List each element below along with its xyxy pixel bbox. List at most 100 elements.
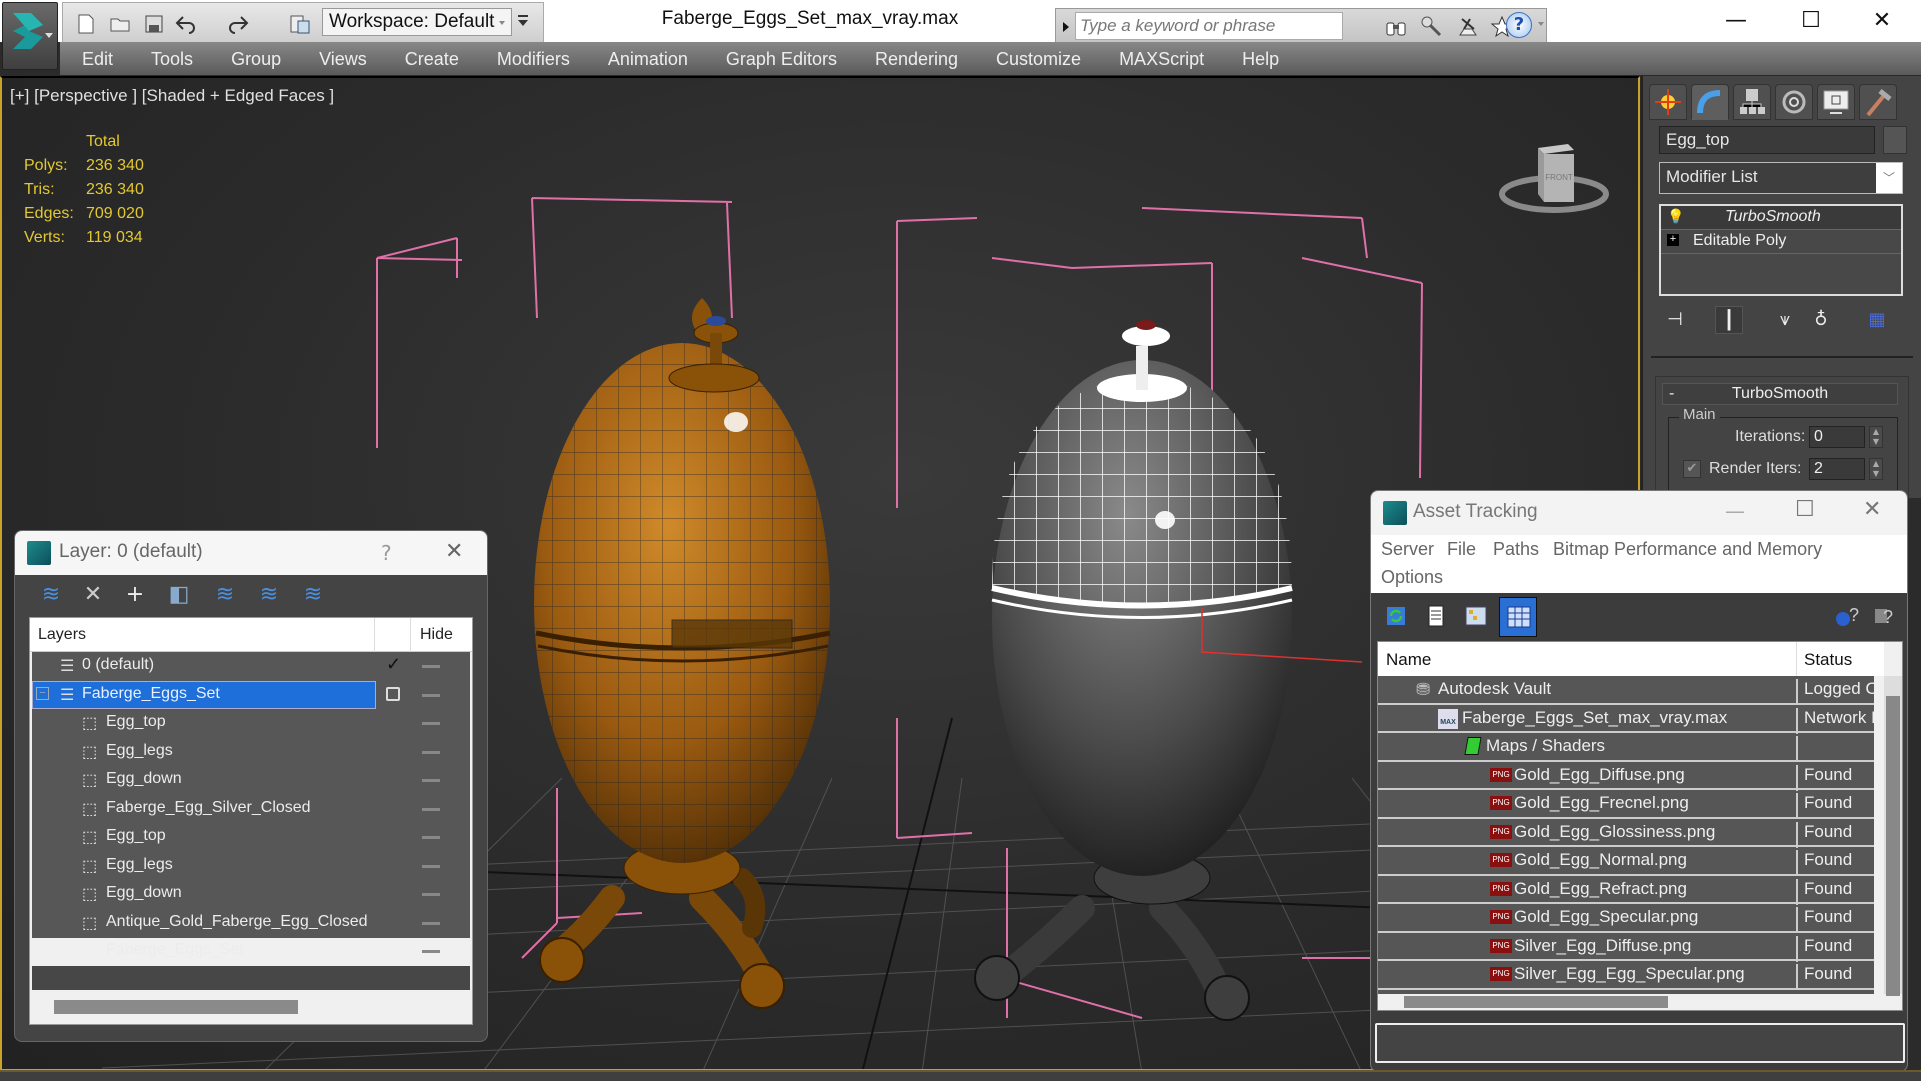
maximize-button[interactable]: ☐ (1783, 6, 1839, 36)
menu-rendering[interactable]: Rendering (875, 49, 958, 70)
layer-row[interactable]: ⬚ Egg_down (32, 880, 470, 909)
collapse-icon[interactable]: − (36, 686, 49, 700)
layer-row[interactable]: ⬚ Faberge_Egg_Silver_Closed (32, 795, 470, 824)
asset-row[interactable]: PNG Gold_Egg_Normal.png Found (1378, 847, 1874, 876)
add-to-layer-icon[interactable]: + (121, 581, 149, 609)
menu-file[interactable]: File (1447, 539, 1476, 560)
tab-motion[interactable] (1775, 84, 1813, 120)
hide-toggle[interactable] (422, 779, 440, 782)
current-layer-check-icon[interactable]: ✓ (386, 654, 401, 675)
new-layer-icon[interactable]: ≋ (37, 581, 65, 609)
menu-tools[interactable]: Tools (151, 49, 193, 70)
help-icon[interactable]: ? (1506, 12, 1532, 38)
object-name-field[interactable]: Egg_top (1659, 126, 1875, 154)
horizontal-scrollbar[interactable] (1404, 996, 1668, 1008)
close-button[interactable]: ✕ (1854, 6, 1910, 36)
select-objects-icon[interactable]: ◧ (165, 581, 193, 609)
asset-row[interactable]: PNG Gold_Egg_Frecnel.png Found (1378, 790, 1874, 819)
satellite-icon[interactable] (1456, 15, 1480, 39)
customize-qat-icon[interactable] (516, 12, 530, 30)
render-iters-checkbox[interactable]: ✔ (1683, 460, 1701, 478)
list-view-icon[interactable] (1421, 601, 1451, 631)
app-menu-button[interactable] (2, 2, 58, 70)
dialog-title-bar[interactable]: Layer: 0 (default) ? ✕ (15, 531, 487, 575)
show-end-result-icon[interactable]: ┃ (1715, 306, 1743, 334)
set-current-layer-icon[interactable]: ≋ (255, 581, 283, 609)
tab-display[interactable] (1817, 84, 1855, 120)
asset-row[interactable]: Maps / Shaders (1378, 733, 1874, 762)
column-header-hide[interactable]: Hide (420, 626, 453, 644)
workspace-dropdown[interactable]: Workspace: Default (322, 8, 512, 36)
gold-faberge-egg[interactable] (534, 298, 831, 1009)
menu-server[interactable]: Server (1381, 539, 1434, 560)
render-iters-spinner[interactable]: 2 (1809, 458, 1865, 480)
menu-group[interactable]: Group (231, 49, 281, 70)
layer-row[interactable]: ⬚ Egg_down (32, 766, 470, 795)
minimize-button[interactable]: — (1708, 6, 1764, 36)
hide-toggle[interactable] (422, 750, 440, 754)
lightbulb-icon[interactable]: 💡 (1667, 208, 1684, 225)
pin-stack-icon[interactable]: ⊣ (1661, 306, 1689, 334)
menu-maxscript[interactable]: MAXScript (1119, 49, 1204, 70)
select-layer-icon[interactable]: ≋ (211, 581, 239, 609)
tree-view-icon[interactable] (1461, 601, 1491, 631)
key-icon[interactable] (1420, 15, 1444, 39)
modifier-list-dropdown[interactable]: Modifier List ﹀ (1659, 162, 1903, 194)
rollout-header[interactable]: - TurboSmooth (1662, 383, 1898, 405)
column-header-status[interactable]: Status (1804, 650, 1852, 670)
stack-item-turbosmooth[interactable]: 💡 TurboSmooth (1661, 206, 1901, 230)
asset-row[interactable]: PNG Gold_Egg_Specular.png Found (1378, 904, 1874, 933)
layer-row[interactable]: − ☰ Faberge_Eggs_Set (32, 680, 470, 710)
iterations-spinner[interactable]: 0 (1809, 426, 1865, 448)
make-unique-icon[interactable]: ⩛ (1771, 306, 1799, 334)
refresh-icon[interactable] (1381, 601, 1411, 631)
configure-modifier-sets-icon[interactable]: ▦ (1863, 306, 1891, 334)
dialog-title-bar[interactable]: Asset Tracking — ☐ ✕ (1371, 491, 1907, 535)
menu-animation[interactable]: Animation (608, 49, 688, 70)
spinner-arrows-icon[interactable]: ▲ ▼ (1869, 458, 1883, 480)
asset-row[interactable]: PNG Gold_Egg_Refract.png Found (1378, 876, 1874, 905)
menu-modifiers[interactable]: Modifiers (497, 49, 570, 70)
viewcube[interactable]: FRONT (1498, 132, 1618, 222)
expand-icon[interactable]: + (1667, 234, 1679, 246)
help-button[interactable]: ? (381, 541, 392, 565)
project-folder-icon[interactable] (289, 13, 311, 35)
layer-row[interactable]: ⬚ Egg_top (32, 709, 470, 738)
hide-toggle[interactable] (422, 722, 440, 725)
object-color-swatch[interactable] (1883, 126, 1907, 154)
remove-modifier-icon[interactable]: ♁ (1807, 306, 1835, 334)
save-icon[interactable] (143, 13, 165, 35)
menu-edit[interactable]: Edit (82, 49, 113, 70)
binoculars-icon[interactable] (1384, 15, 1408, 39)
column-header-name[interactable]: Name (1386, 650, 1431, 670)
expand-arrow-icon[interactable] (1062, 21, 1070, 33)
asset-row[interactable]: PNG Gold_Egg_Glossiness.png Found (1378, 819, 1874, 848)
menu-bitmap-performance[interactable]: Bitmap Performance and Memory (1553, 539, 1822, 560)
search-input[interactable]: Type a keyword or phrase (1075, 12, 1343, 40)
chevron-down-icon[interactable] (1538, 22, 1544, 26)
menu-graph-editors[interactable]: Graph Editors (726, 49, 837, 70)
new-file-icon[interactable] (75, 13, 97, 35)
hide-toggle[interactable] (422, 921, 440, 925)
spinner-arrows-icon[interactable]: ▲ ▼ (1869, 426, 1883, 448)
asset-row[interactable]: MAX Faberge_Eggs_Set_max_vray.max Network … (1378, 705, 1874, 734)
menu-create[interactable]: Create (405, 49, 459, 70)
tab-hierarchy[interactable] (1733, 84, 1771, 120)
tab-utilities[interactable] (1859, 84, 1897, 120)
tab-modify[interactable] (1691, 84, 1729, 120)
delete-layer-icon[interactable]: ✕ (79, 581, 107, 609)
layer-row[interactable]: ⬚ Egg_legs (32, 738, 470, 767)
help-icon[interactable]: ? (1869, 601, 1899, 631)
menu-customize[interactable]: Customize (996, 49, 1081, 70)
asset-row[interactable]: PNG Silver_Egg_Egg_Specular.png Found (1378, 961, 1874, 990)
hide-toggle[interactable] (422, 665, 440, 668)
stack-item-editable-poly[interactable]: + Editable Poly (1661, 230, 1901, 254)
maximize-button[interactable]: ☐ (1795, 497, 1815, 522)
minimize-button[interactable]: — (1725, 499, 1745, 523)
hide-toggle[interactable] (422, 807, 440, 811)
undo-icon[interactable] (175, 13, 197, 35)
layer-row[interactable]: ⬚ Egg_legs (32, 852, 470, 881)
horizontal-scrollbar[interactable] (54, 1000, 298, 1014)
asset-row[interactable]: PNG Gold_Egg_Diffuse.png Found (1378, 762, 1874, 791)
close-button[interactable]: ✕ (1863, 497, 1881, 522)
